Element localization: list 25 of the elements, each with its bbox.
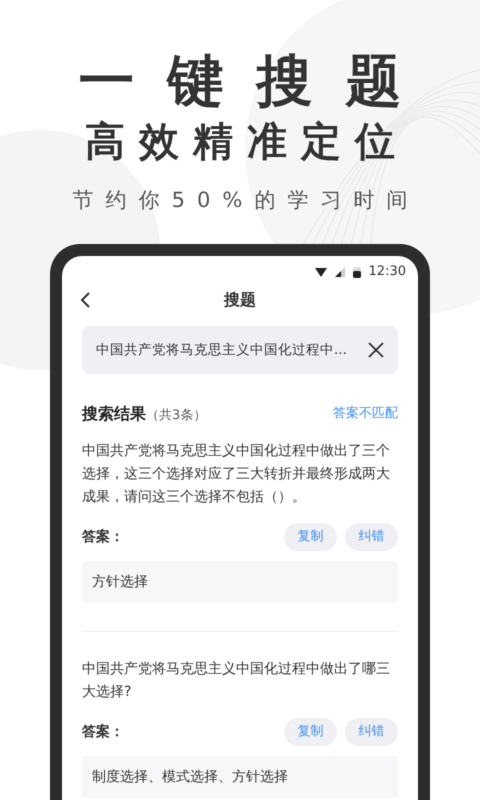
report-error-button[interactable]: 纠错 [345, 718, 398, 746]
search-text: 中国共产党将马克思主义中国化过程中... [96, 340, 347, 360]
question-text: 中国共产党将马克思主义中国化过程中做出了哪三大选择? [82, 660, 391, 702]
status-time: 12:30 [368, 263, 406, 282]
report-error-button[interactable]: 纠错 [345, 523, 398, 551]
tagline: 节约你50%的学习时间 [72, 187, 420, 214]
copy-button[interactable]: 复制 [284, 718, 337, 746]
back-icon[interactable] [80, 292, 90, 308]
answer-label: 答案： [82, 528, 124, 546]
battery-icon [352, 266, 361, 278]
results-title: 搜索结果 [82, 403, 146, 425]
answer-text: 制度选择、模式选择、方针选择 [92, 768, 288, 786]
mismatch-link[interactable]: 答案不匹配 [333, 404, 398, 424]
headline: 一键搜题 [78, 50, 434, 114]
answer-text: 方针选择 [92, 572, 148, 592]
signal-icon [334, 267, 345, 277]
close-icon[interactable] [368, 342, 384, 358]
copy-button[interactable]: 复制 [284, 523, 337, 551]
subheadline: 高效精准定位 [85, 118, 409, 166]
page-title: 搜题 [224, 289, 256, 311]
results-count: （共3条） [146, 407, 206, 425]
search-field[interactable]: 中国共产党将马克思主义中国化过程中... [82, 326, 398, 374]
question-text: 中国共产党将马克思主义中国化过程中做出了三个选择，这三个选择对应了三大转折并最终形成两大成果，请问这三个选择不包括（）。 [82, 442, 391, 507]
wifi-icon [314, 268, 327, 276]
answer-label: 答案： [82, 722, 124, 742]
